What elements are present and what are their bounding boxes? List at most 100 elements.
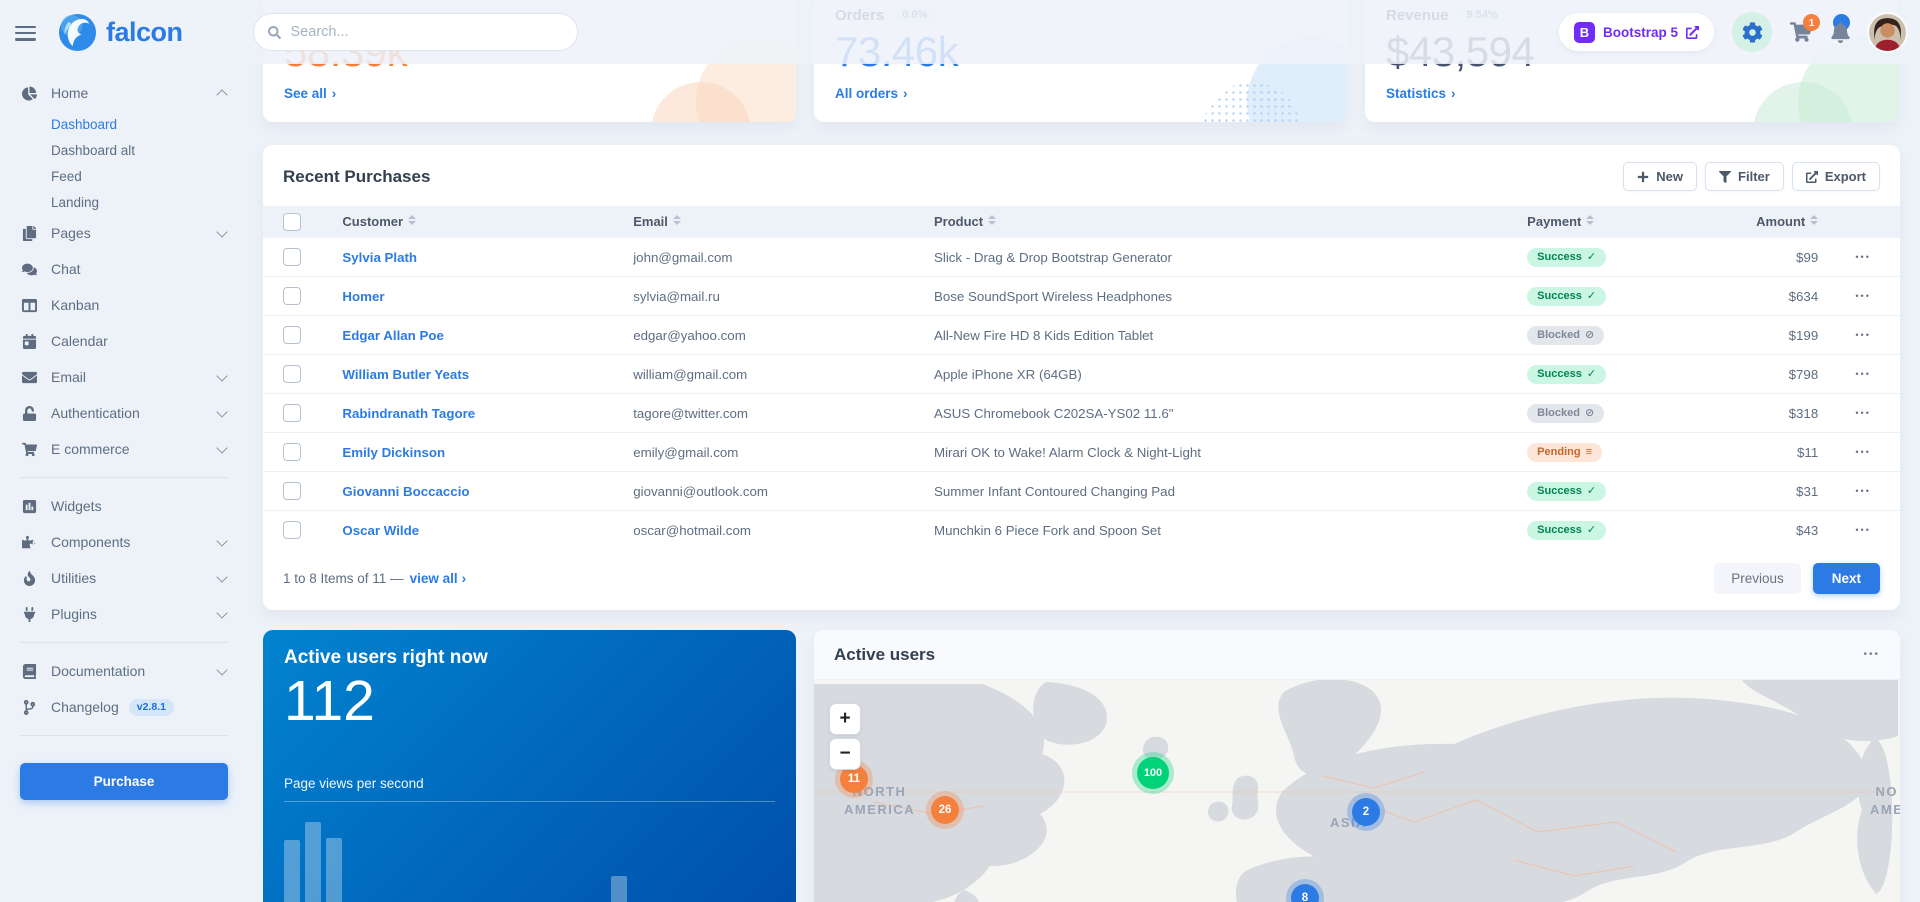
page-views-bar — [305, 822, 321, 902]
row-checkbox[interactable] — [283, 365, 301, 383]
sidebar-item-label: Components — [51, 534, 130, 550]
bootstrap-version-badge[interactable]: B Bootstrap 5 — [1559, 13, 1714, 51]
row-checkbox[interactable] — [283, 326, 301, 344]
row-menu-button[interactable]: ••• — [1834, 330, 1892, 340]
falcon-dashboard: 58.39k See all› Orders 0.0% 73.46k All o… — [0, 0, 1920, 902]
row-checkbox[interactable] — [283, 521, 301, 539]
search-input[interactable] — [289, 23, 543, 41]
settings-button[interactable] — [1732, 12, 1772, 52]
row-menu-button[interactable]: ••• — [1834, 447, 1892, 457]
search-box[interactable] — [253, 13, 578, 51]
search-icon — [268, 26, 281, 39]
purchase-button[interactable]: Purchase — [20, 763, 228, 800]
sidebar-item-authentication[interactable]: Authentication — [20, 395, 228, 431]
view-all-link[interactable]: view all› — [410, 571, 467, 586]
select-all-checkbox[interactable] — [283, 213, 301, 231]
table-row: Emily Dickinsonemily@gmail.comMirari OK … — [263, 433, 1900, 472]
customer-link[interactable]: Oscar Wilde — [342, 523, 419, 538]
map-cluster-marker[interactable]: 26 — [931, 796, 959, 824]
row-menu-button[interactable]: ••• — [1834, 369, 1892, 379]
sidebar-item-calendar[interactable]: Calendar — [20, 323, 228, 359]
chevron-down-icon — [216, 664, 227, 675]
statistics-link[interactable]: Statistics› — [1386, 86, 1456, 101]
row-menu-button[interactable]: ••• — [1834, 408, 1892, 418]
row-checkbox[interactable] — [283, 287, 301, 305]
sidebar-item-label: Plugins — [51, 606, 97, 622]
recent-purchases-title: Recent Purchases — [283, 167, 430, 187]
column-header-payment[interactable]: Payment — [1519, 206, 1697, 238]
previous-button[interactable]: Previous — [1714, 563, 1801, 594]
customer-link[interactable]: Edgar Allan Poe — [342, 328, 443, 343]
cart-count-badge: 1 — [1803, 14, 1820, 31]
customer-link[interactable]: Emily Dickinson — [342, 445, 445, 460]
sidebar-item-changelog[interactable]: Changelogv2.8.1 — [20, 689, 228, 725]
cell-customer: Giovanni Boccaccio — [334, 472, 625, 511]
cart-button[interactable]: 1 — [1790, 21, 1812, 43]
map-zoom-out-button[interactable]: − — [829, 738, 861, 770]
notifications-button[interactable] — [1830, 22, 1851, 43]
cell-payment: Success✓ — [1519, 355, 1697, 394]
sidebar-item-chat[interactable]: Chat — [20, 251, 228, 287]
row-checkbox[interactable] — [283, 482, 301, 500]
see-all-link[interactable]: See all› — [284, 86, 336, 101]
page-views-bar — [284, 840, 300, 902]
sidebar-item-e-commerce[interactable]: E commerce — [20, 431, 228, 467]
puzzle-icon — [20, 535, 38, 550]
sidebar-item-email[interactable]: Email — [20, 359, 228, 395]
sidebar-item-home[interactable]: Home — [20, 75, 228, 111]
column-header-email[interactable]: Email — [625, 206, 926, 238]
row-checkbox[interactable] — [283, 404, 301, 422]
cell-product: Mirari OK to Wake! Alarm Clock & Night-L… — [926, 433, 1519, 472]
column-header-product[interactable]: Product — [926, 206, 1519, 238]
map-region-label: NOAME — [1870, 783, 1900, 818]
map-cluster-marker[interactable]: 2 — [1352, 798, 1380, 826]
filter-button[interactable]: Filter — [1705, 162, 1784, 191]
cell-customer: William Butler Yeats — [334, 355, 625, 394]
all-orders-link[interactable]: All orders› — [835, 86, 908, 101]
customer-link[interactable]: William Butler Yeats — [342, 367, 469, 382]
filter-icon — [1719, 171, 1731, 183]
customer-link[interactable]: Giovanni Boccaccio — [342, 484, 469, 499]
card-menu-button[interactable]: ••• — [1863, 649, 1880, 660]
chevron-down-icon — [216, 535, 227, 546]
sidebar-divider — [20, 477, 228, 478]
sidebar-item-widgets[interactable]: Widgets — [20, 488, 228, 524]
cell-product: Munchkin 6 Piece Fork and Spoon Set — [926, 511, 1519, 550]
row-menu-button[interactable]: ••• — [1834, 525, 1892, 535]
sidebar-item-feed[interactable]: Feed — [20, 163, 228, 189]
sidebar-item-plugins[interactable]: Plugins — [20, 596, 228, 632]
hamburger-menu-button[interactable] — [15, 26, 36, 41]
column-header-customer[interactable]: Customer — [334, 206, 625, 238]
customer-link[interactable]: Rabindranath Tagore — [342, 406, 475, 421]
sidebar-item-dashboard[interactable]: Dashboard — [20, 111, 228, 137]
cell-email: tagore@twitter.com — [625, 394, 926, 433]
sidebar-item-kanban[interactable]: Kanban — [20, 287, 228, 323]
export-button[interactable]: Export — [1792, 162, 1880, 191]
sidebar-item-label: Widgets — [51, 498, 102, 514]
next-button[interactable]: Next — [1813, 563, 1880, 594]
map-cluster-marker[interactable]: 100 — [1137, 757, 1169, 789]
row-checkbox[interactable] — [283, 443, 301, 461]
row-checkbox[interactable] — [283, 248, 301, 266]
customer-link[interactable]: Homer — [342, 289, 384, 304]
new-button[interactable]: New — [1623, 162, 1697, 191]
sidebar-item-utilities[interactable]: Utilities — [20, 560, 228, 596]
customer-link[interactable]: Sylvia Plath — [342, 250, 417, 265]
world-map[interactable]: + − NORTHAMERICAASIANOAME112610028 — [814, 680, 1900, 902]
map-zoom-in-button[interactable]: + — [829, 703, 861, 735]
sidebar-item-dashboard-alt[interactable]: Dashboard alt — [20, 137, 228, 163]
user-avatar[interactable] — [1869, 14, 1906, 51]
falcon-logo[interactable]: falcon — [58, 13, 183, 52]
sidebar-item-documentation[interactable]: Documentation — [20, 653, 228, 689]
column-header-amount[interactable]: Amount — [1697, 206, 1826, 238]
row-menu-button[interactable]: ••• — [1834, 486, 1892, 496]
calendar-icon — [20, 334, 38, 349]
sidebar-item-components[interactable]: Components — [20, 524, 228, 560]
sidebar-item-landing[interactable]: Landing — [20, 189, 228, 215]
cell-payment: Pending≡ — [1519, 433, 1697, 472]
pagination-summary: 1 to 8 Items of 11 — view all› — [283, 571, 466, 586]
success-status-icon: ✓ — [1587, 291, 1596, 302]
row-menu-button[interactable]: ••• — [1834, 252, 1892, 262]
sidebar-item-pages[interactable]: Pages — [20, 215, 228, 251]
row-menu-button[interactable]: ••• — [1834, 291, 1892, 301]
